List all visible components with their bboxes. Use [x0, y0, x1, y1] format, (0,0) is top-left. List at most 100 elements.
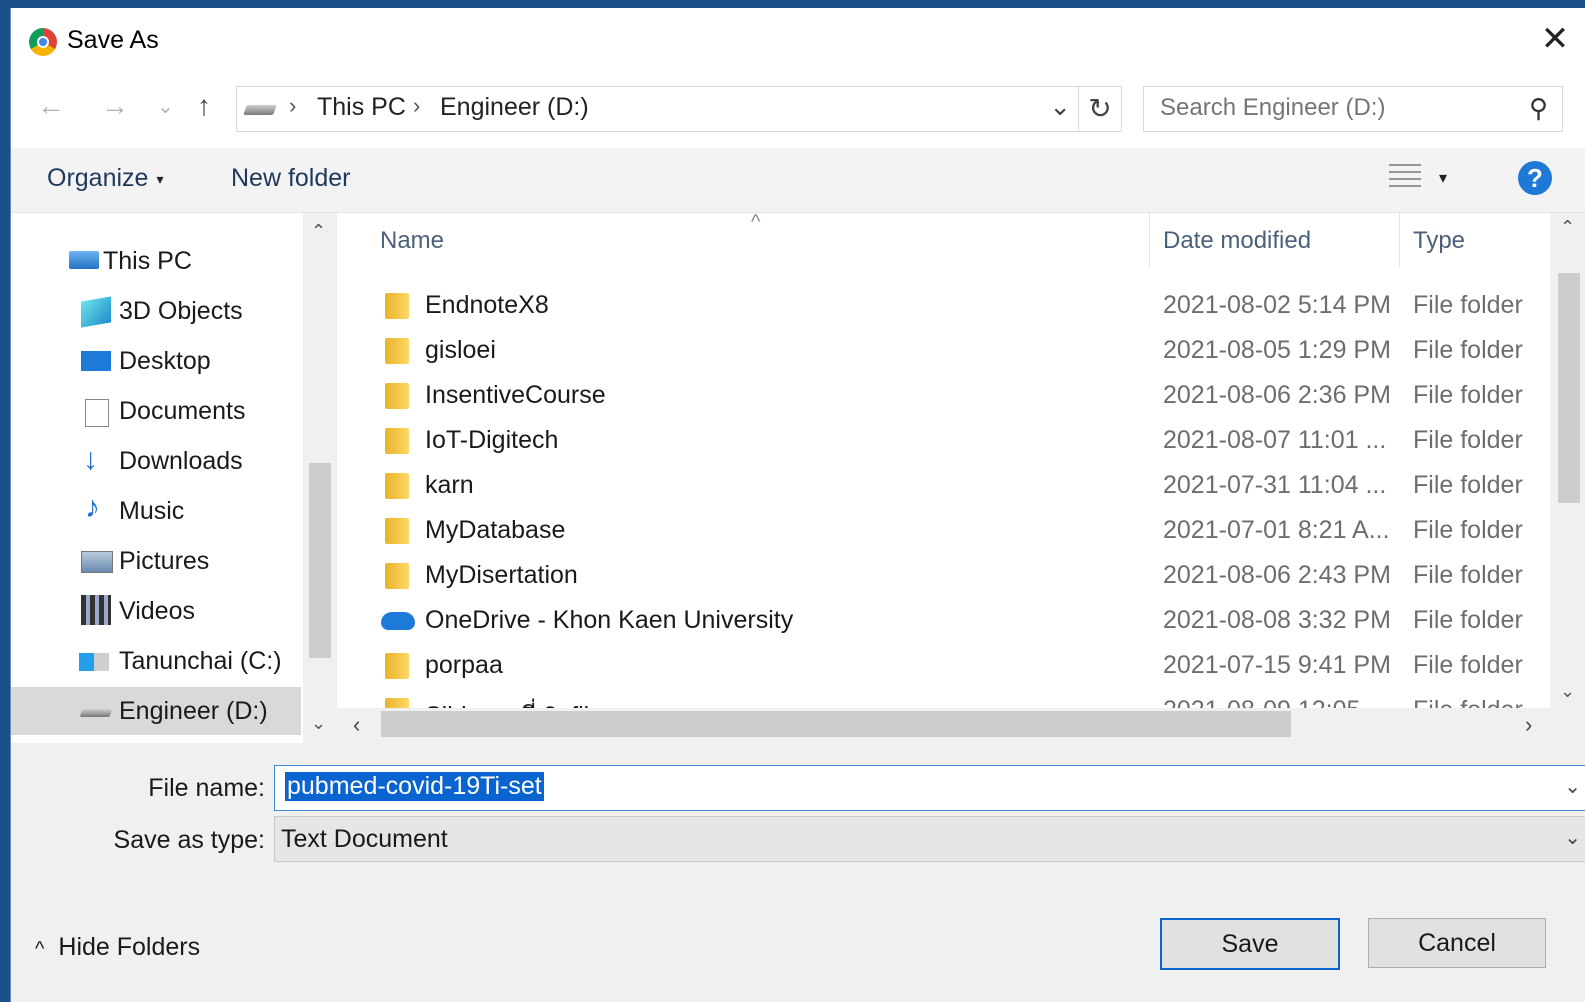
list-item[interactable]: MyDatabase 2021-07-01 8:21 A... File fol…: [337, 510, 1550, 555]
navigation-bar: ← → ⌄ ↑ › This PC › Engineer (D:) ⌄ ↻ ⚲: [11, 70, 1585, 148]
folder-icon: [385, 518, 409, 544]
item-date: 2021-07-31 11:04 ...: [1163, 471, 1387, 499]
scroll-down-icon[interactable]: ⌄: [311, 713, 326, 734]
sidebar-item-desktop[interactable]: Desktop: [11, 337, 301, 385]
address-dropdown-icon[interactable]: ⌄: [1049, 91, 1071, 122]
folder-icon: [385, 563, 409, 589]
scroll-up-icon[interactable]: ⌃: [1560, 217, 1575, 238]
folder-icon: [385, 428, 409, 454]
list-item[interactable]: IoT-Digitech 2021-08-07 11:01 ... File f…: [337, 420, 1550, 465]
organize-label: Organize: [47, 164, 149, 192]
sidebar-item-videos[interactable]: Videos: [11, 587, 301, 635]
item-type: File folder: [1413, 561, 1523, 589]
item-date: 2021-08-09 12:05: [1163, 696, 1360, 708]
sidebar-item-label: Videos: [119, 597, 195, 625]
list-item[interactable]: karn 2021-07-31 11:04 ... File folder: [337, 465, 1550, 510]
windows-drive-icon: [79, 653, 109, 671]
view-options-icon[interactable]: [1389, 164, 1421, 190]
breadcrumb-engineer-d[interactable]: Engineer (D:): [440, 93, 589, 122]
search-input[interactable]: [1158, 93, 1502, 123]
filename-label: File name:: [148, 774, 265, 802]
sidebar-item-tanunchai-c[interactable]: Tanunchai (C:): [11, 637, 301, 685]
filename-value[interactable]: pubmed-covid-19Ti-set: [285, 772, 544, 801]
breadcrumb-separator[interactable]: ›: [413, 93, 420, 119]
close-button[interactable]: ✕: [1532, 18, 1578, 60]
list-item[interactable]: EndnoteX8 2021-08-02 5:14 PM File folder: [337, 285, 1550, 330]
file-list-horizontal-scrollbar[interactable]: ‹ ›: [337, 708, 1550, 742]
save-as-type-select[interactable]: Text Document ⌄: [274, 816, 1585, 862]
forward-button[interactable]: →: [101, 90, 129, 122]
sidebar-item-downloads[interactable]: ↓ Downloads: [11, 437, 301, 485]
search-icon[interactable]: ⚲: [1529, 93, 1548, 124]
sidebar-item-music[interactable]: ♪ Music: [11, 487, 301, 535]
sidebar-item-label: Pictures: [119, 547, 210, 575]
sort-ascending-icon: ^: [751, 213, 761, 233]
folder-icon: [385, 383, 409, 409]
scrollbar-thumb[interactable]: [1558, 273, 1580, 503]
list-item[interactable]: MyDisertation 2021-08-06 2:43 PM File fo…: [337, 555, 1550, 600]
up-button[interactable]: ↑: [197, 90, 211, 122]
list-item[interactable]: porpaa 2021-07-15 9:41 PM File folder: [337, 645, 1550, 690]
sidebar-item-label: Engineer (D:): [119, 697, 268, 725]
sidebar-item-pictures[interactable]: Pictures: [11, 537, 301, 585]
scrollbar-thumb[interactable]: [381, 711, 1291, 737]
save-button[interactable]: Save: [1160, 918, 1340, 970]
onedrive-icon: [381, 612, 415, 630]
chevron-down-icon[interactable]: ⌄: [1564, 825, 1581, 850]
item-name: InsentiveCourse: [425, 381, 606, 409]
file-list-vertical-scrollbar[interactable]: ⌃ ⌄: [1550, 213, 1585, 708]
address-bar[interactable]: › This PC › Engineer (D:) ⌄ ↻: [236, 86, 1122, 132]
new-folder-button[interactable]: New folder: [231, 164, 351, 193]
item-type: File folder: [1413, 336, 1523, 364]
folder-icon: [385, 473, 409, 499]
sidebar-item-3d-objects[interactable]: 3D Objects: [11, 287, 301, 335]
navigation-pane-scrollbar[interactable]: ⌃ ⌄: [305, 213, 335, 743]
column-divider[interactable]: [1399, 213, 1400, 267]
sidebar-item-this-pc[interactable]: This PC: [11, 237, 301, 285]
3d-objects-icon: [81, 296, 111, 328]
list-item[interactable]: InsentiveCourse 2021-08-06 2:36 PM File …: [337, 375, 1550, 420]
filename-field[interactable]: pubmed-covid-19Ti-set ⌄: [274, 765, 1585, 811]
command-toolbar: Organize ▾ New folder ▾ ?: [11, 148, 1585, 213]
scroll-up-icon[interactable]: ⌃: [311, 221, 326, 242]
item-type: File folder: [1413, 381, 1523, 409]
column-header-date-modified[interactable]: Date modified: [1163, 227, 1311, 255]
view-options-caret-icon[interactable]: ▾: [1439, 168, 1447, 188]
videos-icon: [81, 595, 111, 625]
list-item[interactable]: gisloei 2021-08-05 1:29 PM File folder: [337, 330, 1550, 375]
documents-icon: [85, 399, 109, 427]
search-box[interactable]: ⚲: [1143, 86, 1563, 132]
column-divider[interactable]: [1149, 213, 1150, 267]
recent-locations-button[interactable]: ⌄: [157, 94, 174, 119]
pictures-icon: [81, 551, 113, 573]
sidebar-item-engineer-d[interactable]: Engineer (D:): [11, 687, 301, 735]
scroll-down-icon[interactable]: ⌄: [1560, 681, 1575, 702]
folder-icon: [385, 293, 409, 319]
scroll-left-icon[interactable]: ‹: [353, 712, 360, 738]
navigation-pane: This PC 3D Objects Desktop Documents ↓ D…: [11, 213, 303, 743]
list-item[interactable]: OneDrive - Khon Kaen University 2021-08-…: [337, 600, 1550, 645]
folder-icon: [385, 338, 409, 364]
chevron-down-icon[interactable]: ⌄: [1564, 774, 1581, 799]
item-type: File folder: [1413, 291, 1523, 319]
breadcrumb-separator[interactable]: ›: [289, 93, 296, 119]
cancel-button[interactable]: Cancel: [1368, 918, 1546, 968]
back-button[interactable]: ←: [37, 90, 65, 122]
folder-icon: [385, 653, 409, 679]
organize-button[interactable]: Organize ▾: [47, 164, 163, 193]
scrollbar-thumb[interactable]: [309, 463, 331, 658]
save-as-type-label: Save as type:: [113, 826, 265, 854]
column-header-name[interactable]: Name: [380, 227, 444, 255]
scroll-right-icon[interactable]: ›: [1525, 712, 1532, 738]
refresh-button[interactable]: ↻: [1078, 87, 1121, 131]
help-icon[interactable]: ?: [1518, 161, 1552, 195]
column-header-type[interactable]: Type: [1413, 227, 1465, 255]
hide-folders-label: Hide Folders: [58, 933, 201, 961]
hide-folders-button[interactable]: ^ Hide Folders: [35, 933, 200, 962]
item-type: File folder: [1413, 426, 1523, 454]
breadcrumb-this-pc[interactable]: This PC: [317, 93, 406, 122]
sidebar-item-documents[interactable]: Documents: [11, 387, 301, 435]
drive-icon: [243, 105, 277, 115]
list-item[interactable]: Slide บทที่ 2_files 2021-08-09 12:05 Fil…: [337, 690, 1550, 708]
item-name: MyDatabase: [425, 516, 566, 544]
